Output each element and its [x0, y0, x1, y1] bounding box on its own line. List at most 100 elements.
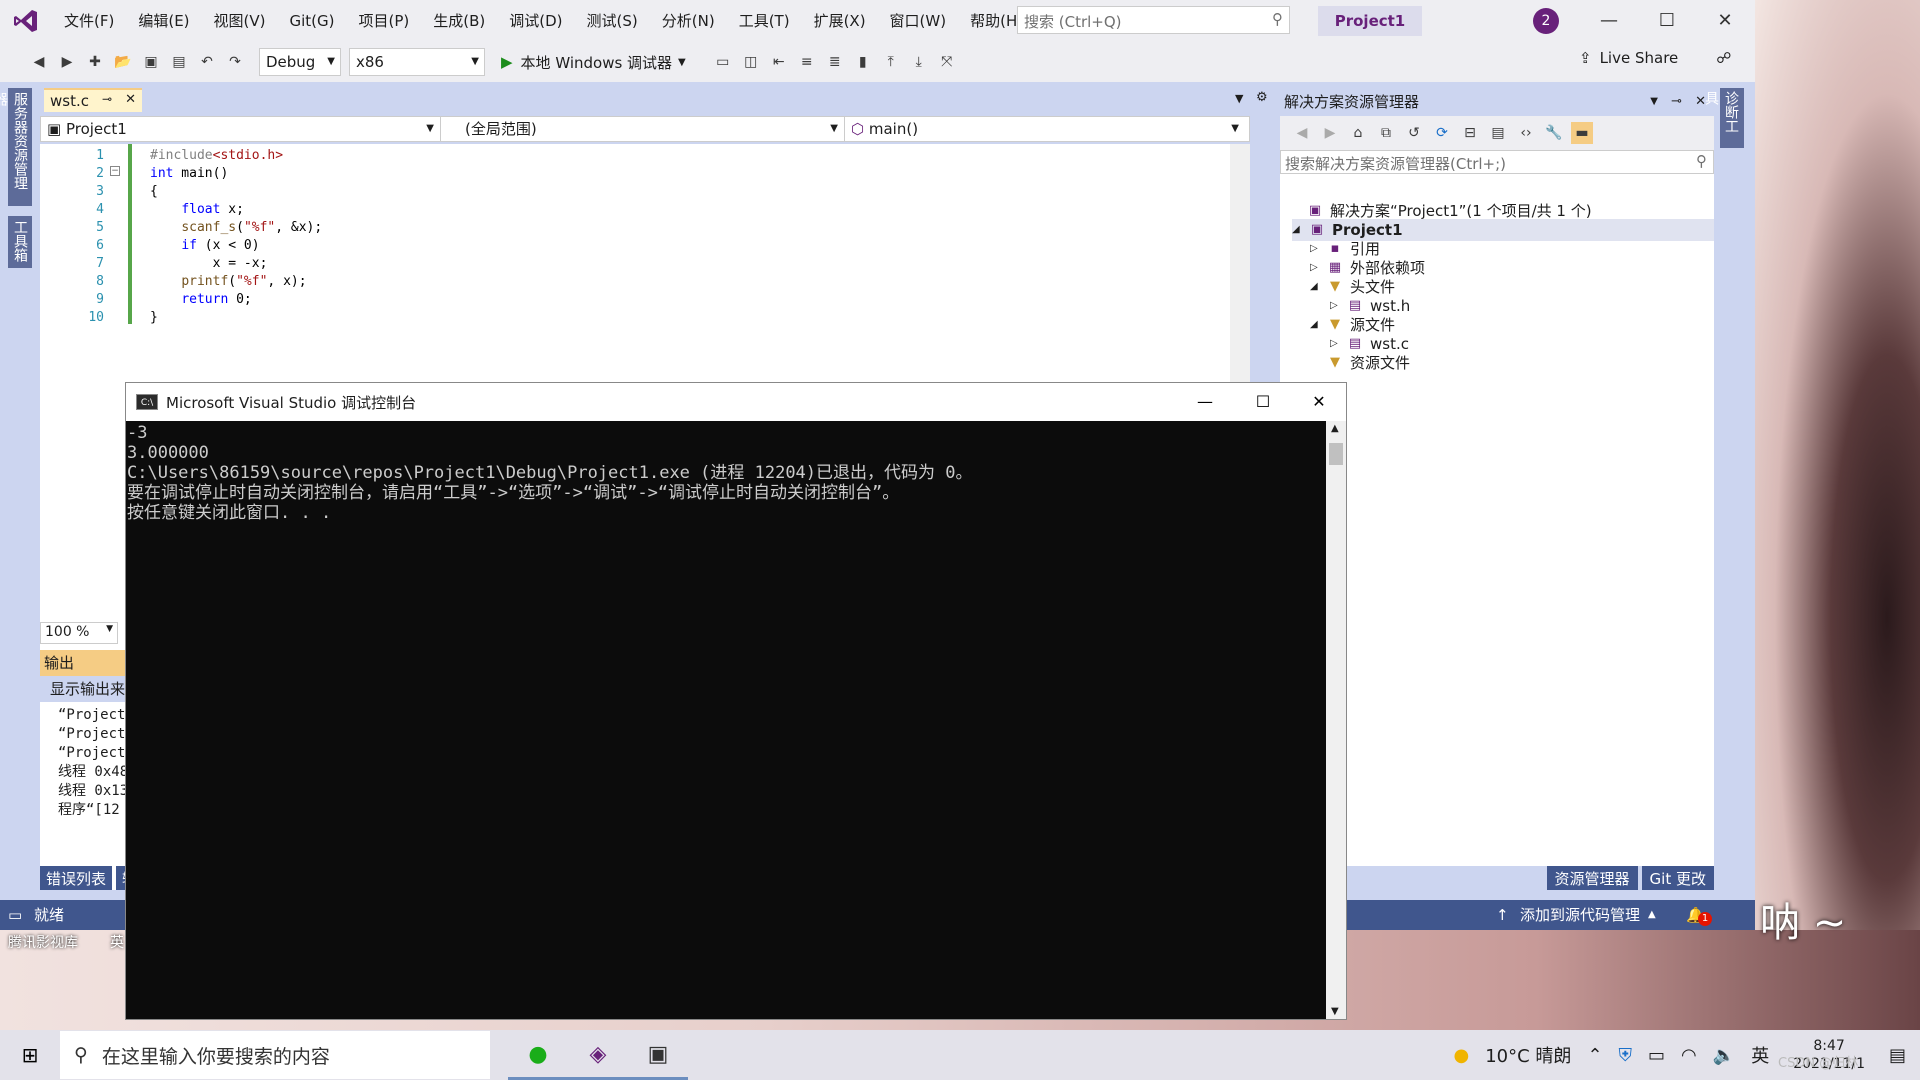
tab-wst-c[interactable]: wst.c ⊸ ✕ [44, 88, 142, 112]
tab-list-icon[interactable]: ▼ [1235, 92, 1243, 105]
scope-dropdown[interactable]: (全局范围) ▼ [441, 117, 845, 141]
uncomment-icon[interactable]: ≣ [824, 51, 846, 73]
ime-indicator[interactable]: 英 [1751, 1042, 1769, 1068]
screenshot-icon[interactable]: ◫ [740, 51, 762, 73]
home-icon[interactable]: ⌂ [1347, 122, 1369, 144]
account-badge[interactable]: 2 [1533, 8, 1559, 34]
scroll-thumb[interactable] [1329, 443, 1343, 465]
start-debugging-button[interactable]: ▶ 本地 Windows 调试器 ▼ [495, 47, 692, 77]
code-line[interactable]: float x; [150, 202, 244, 217]
redo-icon[interactable]: ↷ [224, 51, 246, 73]
zoom-select[interactable]: 100 % ▼ [40, 622, 118, 644]
code-line[interactable]: #include<stdio.h> [150, 148, 283, 163]
server-explorer-tab[interactable]: 服务器资源管理器 [0, 88, 32, 206]
console-close-button[interactable]: ✕ [1290, 383, 1348, 421]
next-bookmark-icon[interactable]: ⤓ [908, 51, 930, 73]
back-icon[interactable]: ◀ [1291, 122, 1313, 144]
bookmark-icon[interactable]: ▮ [852, 51, 874, 73]
code-view-icon[interactable]: ‹› [1515, 122, 1537, 144]
new-item-icon[interactable]: ✚ [84, 51, 106, 73]
menu-item[interactable]: Git(G) [278, 0, 347, 42]
toolbox-tab[interactable]: 工具箱 [8, 216, 32, 268]
comment-icon[interactable]: ≡ [796, 51, 818, 73]
config-select[interactable]: Debug ▼ [259, 48, 341, 76]
back-icon[interactable]: ◀ [28, 51, 50, 73]
menu-item[interactable]: 窗口(W) [878, 0, 959, 42]
refresh-icon[interactable]: ⟳ [1431, 122, 1453, 144]
volume-icon[interactable]: 🔈 [1713, 1045, 1735, 1066]
console-minimize-button[interactable]: — [1176, 383, 1234, 421]
diagnostic-tools-tab[interactable]: 诊断工具 [1703, 88, 1744, 148]
show-all-files-icon[interactable]: ▤ [1487, 122, 1509, 144]
notification-center-icon[interactable]: ▤ [1889, 1045, 1906, 1066]
weather-text[interactable]: 10°C 晴朗 [1485, 1042, 1571, 1068]
menu-item[interactable]: 分析(N) [650, 0, 727, 42]
wechat-icon[interactable]: ● [508, 1030, 568, 1080]
menu-item[interactable]: 视图(V) [202, 0, 278, 42]
console-app-icon[interactable]: ▣ [628, 1030, 688, 1080]
close-button[interactable]: ✕ [1696, 0, 1754, 42]
wifi-icon[interactable]: ◠ [1681, 1045, 1697, 1066]
console-output[interactable]: -3 3.000000 C:\Users\86159\source\repos\Pr… [126, 421, 1326, 1019]
collapse-all-icon[interactable]: ⊟ [1459, 122, 1481, 144]
history-icon[interactable]: ↺ [1403, 122, 1425, 144]
chevron-down-icon[interactable]: ▼ [1650, 88, 1658, 116]
code-line[interactable]: } [150, 310, 158, 325]
menu-item[interactable]: 工具(T) [727, 0, 802, 42]
tab-solution-explorer[interactable]: 资源管理器 [1546, 866, 1638, 890]
expander-icon[interactable]: ◢ [1310, 314, 1326, 336]
console-scrollbar[interactable]: ▲ ▼ [1326, 421, 1346, 1019]
chevron-up-icon[interactable]: ⌃ [1587, 1045, 1602, 1066]
open-folder-icon[interactable]: 📂 [112, 51, 134, 73]
console-maximize-button[interactable]: ☐ [1234, 383, 1292, 421]
code-line[interactable]: { [150, 184, 158, 199]
shield-icon[interactable]: ⛨ [1619, 1045, 1633, 1066]
tab-error-list[interactable]: 错误列表 [40, 866, 113, 890]
indent-icon[interactable]: ⇤ [768, 51, 790, 73]
tab-git-changes[interactable]: Git 更改 [1641, 866, 1714, 890]
expander-icon[interactable]: ◢ [1292, 219, 1308, 241]
project-dropdown[interactable]: ▣ Project1 ▼ [41, 117, 441, 141]
search-input[interactable]: 搜索 (Ctrl+Q) ⚲ [1017, 6, 1290, 34]
battery-icon[interactable]: ▭ [1648, 1045, 1665, 1066]
preview-icon[interactable]: ▬ [1571, 122, 1593, 144]
desktop-icon-label[interactable]: 腾讯影视库 [8, 932, 78, 952]
menu-item[interactable]: 编辑(E) [126, 0, 201, 42]
save-icon[interactable]: ▣ [140, 51, 162, 73]
code-line[interactable]: x = -x; [150, 256, 268, 271]
function-dropdown[interactable]: ⬡ main() ▼ [845, 117, 1245, 141]
clear-bookmark-icon[interactable]: ⤧ [936, 51, 958, 73]
collapse-icon[interactable]: − [110, 166, 120, 176]
switch-views-icon[interactable]: ⧉ [1375, 122, 1397, 144]
menu-item[interactable]: 文件(F) [52, 0, 126, 42]
forward-icon[interactable]: ▶ [1319, 122, 1341, 144]
maximize-button[interactable]: ☐ [1638, 0, 1696, 42]
close-tab-icon[interactable]: ✕ [125, 92, 136, 110]
pin-icon[interactable]: ⊸ [102, 92, 112, 110]
code-line[interactable]: int main() [150, 166, 228, 181]
chevron-down-icon[interactable]: ▼ [1331, 1006, 1339, 1017]
menu-item[interactable]: 调试(D) [497, 0, 574, 42]
expander-icon[interactable]: ◢ [1310, 276, 1326, 298]
windows-start-button[interactable]: ⊞ [0, 1030, 60, 1080]
live-share-button[interactable]: ⇪ Live Share ☍ [1579, 49, 1731, 67]
add-source-control-button[interactable]: 添加到源代码管理 [1520, 900, 1640, 930]
code-line[interactable]: return 0; [150, 292, 251, 307]
forward-icon[interactable]: ▶ [56, 51, 78, 73]
prev-bookmark-icon[interactable]: ⤒ [880, 51, 902, 73]
minimize-button[interactable]: — [1580, 0, 1638, 42]
code-line[interactable]: printf("%f", x); [150, 274, 306, 289]
pin-icon[interactable]: ⊸ [1671, 88, 1682, 116]
folder-icon[interactable]: ▭ [712, 51, 734, 73]
gear-icon[interactable]: ⚙ [1256, 90, 1268, 105]
menu-item[interactable]: 项目(P) [347, 0, 422, 42]
feedback-icon[interactable]: ☍ [1716, 49, 1731, 67]
platform-select[interactable]: x86 ▼ [349, 48, 485, 76]
wrench-icon[interactable]: 🔧 [1543, 122, 1565, 144]
menu-item[interactable]: 扩展(X) [802, 0, 878, 42]
save-all-icon[interactable]: ▤ [168, 51, 190, 73]
solution-search-input[interactable]: 搜索解决方案资源管理器(Ctrl+;) ⚲ [1280, 150, 1714, 174]
undo-icon[interactable]: ↶ [196, 51, 218, 73]
visual-studio-icon[interactable]: ◈ [568, 1030, 628, 1080]
tree-item[interactable]: ▼ 资源文件 [1310, 352, 1410, 374]
